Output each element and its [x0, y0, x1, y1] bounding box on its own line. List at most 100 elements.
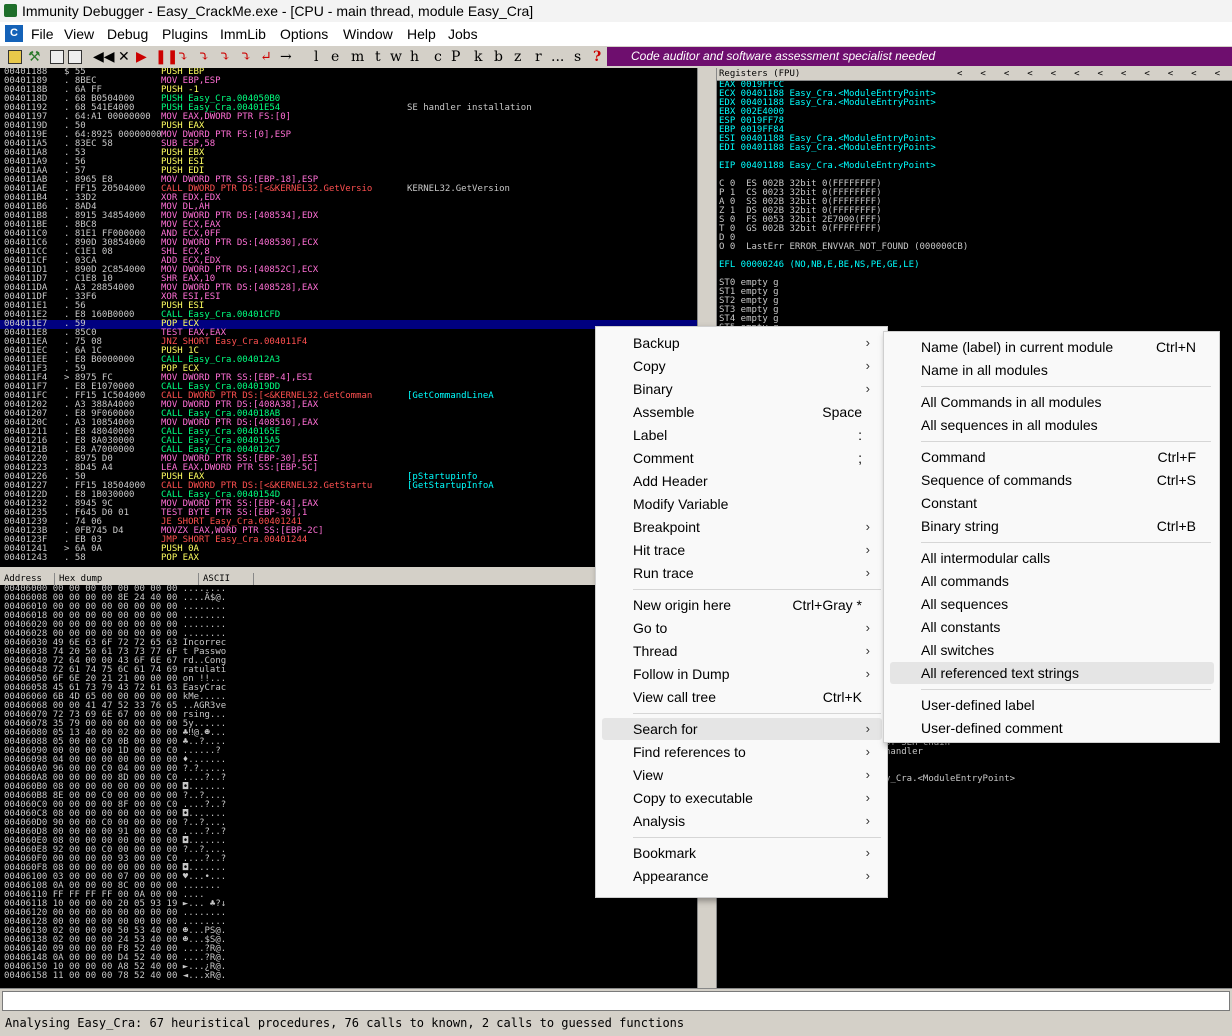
- command-input[interactable]: [2, 991, 1230, 1011]
- menu-item-thread[interactable]: Thread ›: [602, 640, 882, 662]
- run-icon[interactable]: ▶: [136, 47, 147, 67]
- disasm-row[interactable]: 0040123B. 0FB745 D4 MOVZX EAX,WORD PTR SS…: [0, 527, 697, 536]
- submenu-item-sequence-of-commands[interactable]: Sequence of commands Ctrl+S: [890, 469, 1214, 491]
- disasm-row[interactable]: 00401189. 8BEC MOV EBP,ESP: [0, 77, 697, 86]
- disasm-row[interactable]: 004011E7. 59 POP ECX: [0, 320, 697, 329]
- dump-row[interactable]: 00406158 11 00 00 00 78 52 40 00 ◄...xR@…: [4, 972, 226, 981]
- submenu-item-user-defined-label[interactable]: User-defined label: [890, 694, 1214, 716]
- menu-item-binary[interactable]: Binary ›: [602, 378, 882, 400]
- menu-item-modify-variable[interactable]: Modify Variable: [602, 493, 882, 515]
- toolbar-s[interactable]: s: [574, 47, 581, 67]
- menu-item-find-references-to[interactable]: Find references to ›: [602, 741, 882, 763]
- menu-item-hit-trace[interactable]: Hit trace ›: [602, 539, 882, 561]
- toolbar-l[interactable]: l: [314, 47, 318, 67]
- menu-debug[interactable]: Debug: [107, 25, 148, 43]
- disasm-row[interactable]: 004011EA. 75 08 JNZ SHORT Easy_Cra.004011…: [0, 338, 697, 347]
- disasm-row[interactable]: 00401188 $ 55 PUSH EBP: [0, 68, 697, 77]
- submenu-item-all-intermodular-calls[interactable]: All intermodular calls: [890, 547, 1214, 569]
- disasm-row[interactable]: 004011CC. C1E1 08 SHL ECX,8: [0, 248, 697, 257]
- restart-icon[interactable]: [50, 50, 64, 64]
- submenu-item-all-referenced-text-strings[interactable]: All referenced text strings: [890, 662, 1214, 684]
- disasm-row[interactable]: 004011E8. 85C0 TEST EAX,EAX: [0, 329, 697, 338]
- toolbar-w[interactable]: w: [390, 47, 402, 67]
- menu-item-appearance[interactable]: Appearance ›: [602, 865, 882, 887]
- disasm-row[interactable]: 004011DA. A3 28854000 MOV DWORD PTR DS:[4…: [0, 284, 697, 293]
- disasm-row[interactable]: 00401235. F645 D0 01 TEST BYTE PTR SS:[EB…: [0, 509, 697, 518]
- menu-file[interactable]: File: [31, 25, 54, 43]
- disasm-row[interactable]: 00401241 > 6A 0A PUSH 0A: [0, 545, 697, 554]
- submenu-item-user-defined-comment[interactable]: User-defined comment: [890, 717, 1214, 739]
- toolbar-m[interactable]: m: [351, 47, 364, 67]
- menu-window[interactable]: Window: [343, 25, 393, 43]
- menu-item-comment[interactable]: Comment;: [602, 447, 882, 469]
- toolbar-e[interactable]: e: [331, 47, 339, 67]
- step-over-icon[interactable]: ⤵: [198, 47, 210, 67]
- menu-item-bookmark[interactable]: Bookmark ›: [602, 842, 882, 864]
- disasm-row[interactable]: 004011A9. 56 PUSH ESI: [0, 158, 697, 167]
- submenu-item-all-commands-in-all-modules[interactable]: All Commands in all modules: [890, 391, 1214, 413]
- tool-icon[interactable]: ⚒: [28, 47, 41, 67]
- disasm-row[interactable]: 0040123F. EB 03 JMP SHORT Easy_Cra.004012…: [0, 536, 697, 545]
- menu-help[interactable]: Help: [407, 25, 436, 43]
- disassembly-pane[interactable]: 00401188 $ 55 PUSH EBP 00401189. 8BEC MOV EB…: [0, 68, 697, 567]
- toolbar-r[interactable]: r: [535, 47, 542, 67]
- toolbar-c[interactable]: c: [434, 47, 442, 67]
- menu-immlib[interactable]: ImmLib: [220, 25, 266, 43]
- step-into-icon[interactable]: ⤵: [177, 47, 189, 67]
- toolbar-z[interactable]: z: [514, 47, 521, 67]
- open-icon[interactable]: [8, 50, 22, 64]
- menu-jobs[interactable]: Jobs: [448, 25, 478, 43]
- disasm-row[interactable]: 004011B8. 8915 34854000 MOV DWORD PTR DS:…: [0, 212, 697, 221]
- disasm-row[interactable]: 00401243 . 58 POP EAX: [0, 554, 697, 563]
- toolbar-h[interactable]: h: [410, 47, 419, 67]
- submenu-item-all-sequences-in-all-modules[interactable]: All sequences in all modules: [890, 414, 1214, 436]
- menu-options[interactable]: Options: [280, 25, 328, 43]
- register-nav-arrows[interactable]: <<<<<<<<<<<<<<: [957, 68, 1232, 81]
- stop-icon[interactable]: ✕: [118, 47, 130, 67]
- menu-item-follow-in-dump[interactable]: Follow in Dump ›: [602, 663, 882, 685]
- disasm-row[interactable]: 004011A8. 53 PUSH EBX: [0, 149, 697, 158]
- disasm-row[interactable]: 004011DF. 33F6 XOR ESI,ESI: [0, 293, 697, 302]
- menu-item-backup[interactable]: Backup ›: [602, 332, 882, 354]
- disasm-row[interactable]: 004011B4. 33D2 XOR EDX,EDX: [0, 194, 697, 203]
- toolbar-p[interactable]: P: [451, 47, 460, 67]
- submenu-item-binary-string[interactable]: Binary string Ctrl+B: [890, 515, 1214, 537]
- toolbar-ellipsis[interactable]: ...: [551, 47, 564, 67]
- register-line[interactable]: O 0 LastErr ERROR_ENVVAR_NOT_FOUND (0000…: [719, 243, 968, 252]
- stack-line[interactable]: y_Cra.<ModuleEntryPoint>: [885, 775, 1015, 784]
- close-icon[interactable]: [68, 50, 82, 64]
- disasm-row[interactable]: 00401223. 8D45 A4 LEA EAX,DWORD PTR SS:[E…: [0, 464, 697, 473]
- disasm-row[interactable]: 00401197. 64:A1 00000000 MOV EAX,DWORD PT…: [0, 113, 697, 122]
- menu-item-go-to[interactable]: Go to ›: [602, 617, 882, 639]
- menu-item-search-for[interactable]: Search for ›: [602, 718, 882, 740]
- disasm-row[interactable]: 004011A5. 83EC 58 SUB ESP,58: [0, 140, 697, 149]
- menu-item-add-header[interactable]: Add Header: [602, 470, 882, 492]
- register-line[interactable]: T 0 GS 002B 32bit 0(FFFFFFFF): [719, 225, 882, 234]
- dump-col-hex[interactable]: Hex dump: [55, 573, 199, 585]
- dump-col-ascii[interactable]: ASCII: [199, 573, 254, 585]
- submenu-item-all-sequences[interactable]: All sequences: [890, 593, 1214, 615]
- menu-item-new-origin-here[interactable]: New origin here Ctrl+Gray *: [602, 594, 882, 616]
- registers-header[interactable]: Registers (FPU) <<<<<<<<<<<<<<: [717, 68, 1232, 81]
- pause-icon[interactable]: ❚❚: [155, 47, 178, 67]
- submenu-item-name-label-in-current-module[interactable]: Name (label) in current module Ctrl+N: [890, 336, 1214, 358]
- menu-item-copy-to-executable[interactable]: Copy to executable ›: [602, 787, 882, 809]
- submenu-item-all-switches[interactable]: All switches: [890, 639, 1214, 661]
- menu-item-view-call-tree[interactable]: View call tree Ctrl+K: [602, 686, 882, 708]
- toolbar-b[interactable]: b: [494, 47, 503, 67]
- menu-item-breakpoint[interactable]: Breakpoint ›: [602, 516, 882, 538]
- dump-pane[interactable]: 00406000 00 00 00 00 00 00 00 00 .......…: [0, 585, 697, 988]
- submenu-item-command[interactable]: Command Ctrl+F: [890, 446, 1214, 468]
- disasm-row[interactable]: 004011E2. E8 160B0000 CALL Easy_Cra.00401…: [0, 311, 697, 320]
- menu-item-copy[interactable]: Copy ›: [602, 355, 882, 377]
- menu-view[interactable]: View: [64, 25, 94, 43]
- dump-col-address[interactable]: Address: [0, 573, 55, 585]
- menu-item-analysis[interactable]: Analysis ›: [602, 810, 882, 832]
- toolbar-k[interactable]: k: [474, 47, 482, 67]
- execute-till-return-icon[interactable]: ↵: [260, 47, 272, 67]
- disasm-row[interactable]: 004011AE. FF15 20504000 CALL DWORD PTR DS…: [0, 185, 697, 194]
- register-line[interactable]: EIP 00401188 Easy_Cra.<ModuleEntryPoint>: [719, 162, 936, 171]
- stack-line[interactable]: handler: [885, 748, 923, 757]
- trace-over-icon[interactable]: ⤵: [240, 47, 252, 67]
- trace-into-icon[interactable]: ⤵: [219, 47, 231, 67]
